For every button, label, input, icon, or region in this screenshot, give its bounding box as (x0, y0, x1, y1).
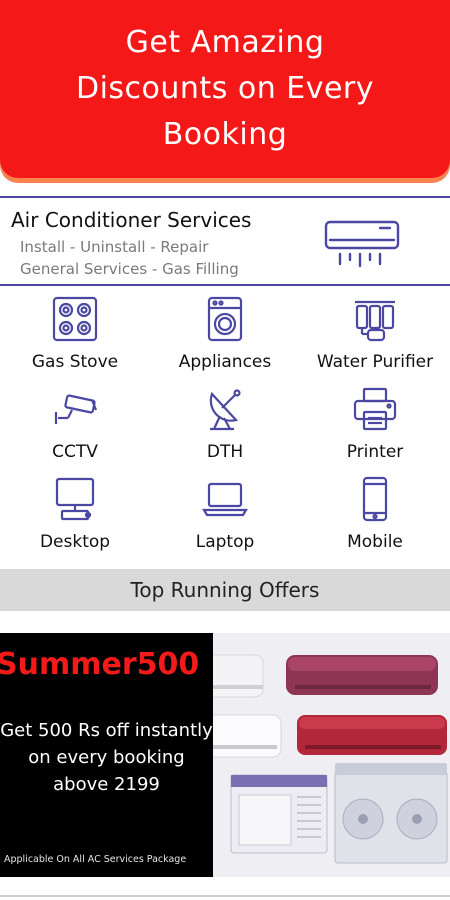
service-cctv[interactable]: CCTV (0, 380, 150, 470)
divider (0, 895, 450, 897)
promo-header-text: Get Amazing Discounts on Every Booking (75, 25, 375, 152)
ac-products-image (213, 654, 448, 864)
printer-icon (353, 387, 397, 431)
ac-service-line2: General Services - Gas Filling (20, 260, 239, 278)
ac-service-card[interactable]: Air Conditioner Services Install - Unins… (0, 196, 450, 286)
promo-header: Get Amazing Discounts on Every Booking (0, 0, 450, 178)
service-printer[interactable]: Printer (300, 380, 450, 470)
service-mobile[interactable]: Mobile (300, 470, 450, 560)
laptop-icon (202, 482, 248, 517)
service-appliances[interactable]: Appliances (150, 290, 300, 380)
desktop-icon (55, 477, 95, 521)
service-laptop[interactable]: Laptop (150, 470, 300, 560)
gas-stove-icon (52, 296, 98, 342)
service-label: Desktop (39, 532, 111, 552)
service-gas-stove[interactable]: Gas Stove (0, 290, 150, 380)
offer-code: Summer500 (0, 647, 200, 682)
offer-banner[interactable]: Summer500 Get 500 Rs off instantly on ev… (0, 633, 450, 877)
service-label: Gas Stove (31, 352, 119, 372)
service-label: CCTV (52, 442, 98, 462)
service-dth[interactable]: DTH (150, 380, 300, 470)
service-grid: Gas Stove Appliances Water Purifier CCTV… (0, 290, 450, 562)
service-desktop[interactable]: Desktop (0, 470, 150, 560)
service-label: Printer (346, 442, 404, 462)
service-label: Mobile (347, 532, 403, 552)
service-label: Appliances (178, 352, 272, 372)
mobile-icon (362, 476, 388, 522)
ac-service-title: Air Conditioner Services (11, 208, 252, 232)
top-offers-heading: Top Running Offers (0, 569, 450, 611)
service-water-purifier[interactable]: Water Purifier (300, 290, 450, 380)
cctv-camera-icon (54, 394, 98, 424)
offer-note: Applicable On All AC Services Package (4, 854, 187, 865)
air-conditioner-icon (324, 220, 400, 268)
service-label: Water Purifier (316, 352, 434, 372)
service-label: DTH (206, 442, 244, 462)
ac-service-line1: Install - Uninstall - Repair (20, 238, 209, 256)
water-purifier-icon (355, 300, 395, 342)
offer-promo-panel: Summer500 Get 500 Rs off instantly on ev… (0, 633, 213, 877)
offer-description: Get 500 Rs off instantly on every bookin… (0, 720, 213, 795)
washing-machine-icon (207, 296, 243, 342)
satellite-dish-icon (209, 389, 241, 431)
service-label: Laptop (195, 532, 255, 552)
